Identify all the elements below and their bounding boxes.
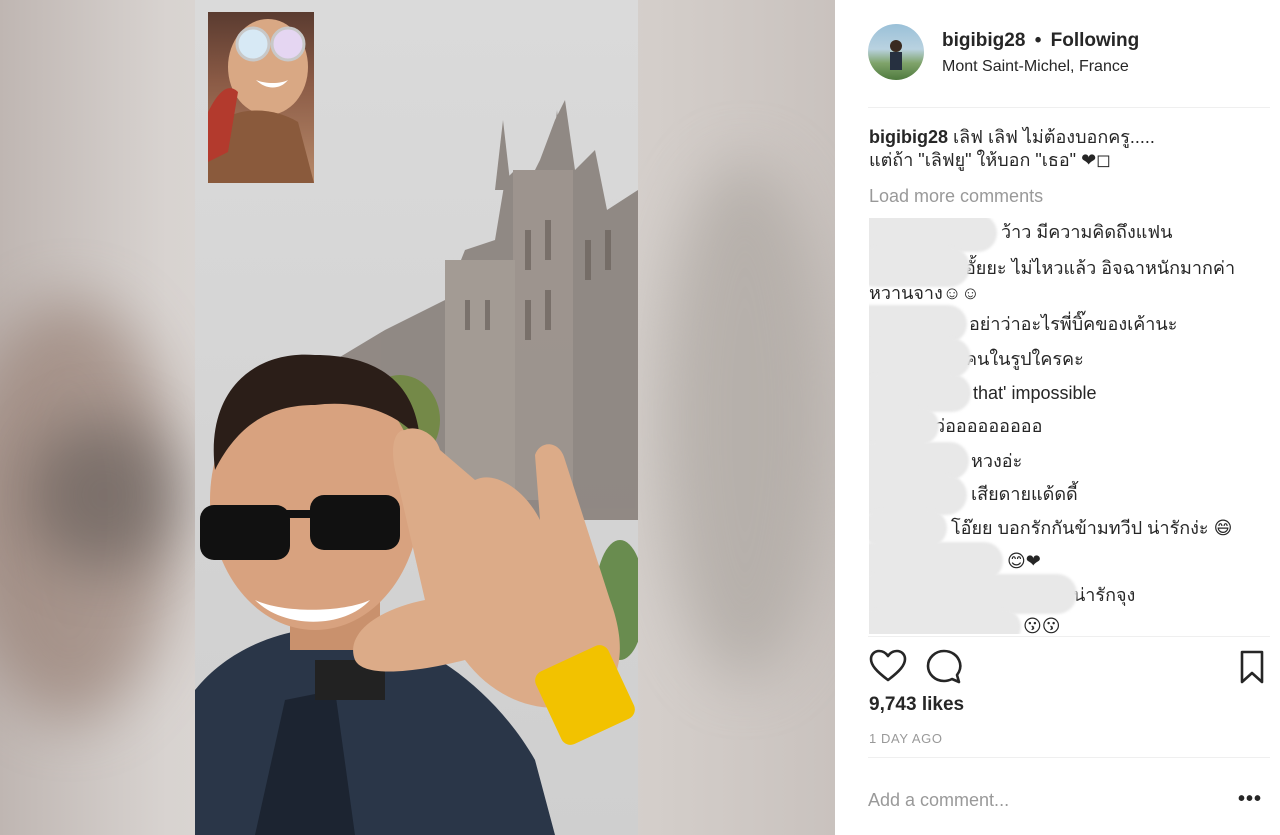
- comment-text: that' impossible: [973, 383, 1097, 403]
- following-button[interactable]: Following: [1051, 30, 1140, 51]
- blurred-background-shade: [30, 420, 180, 570]
- location-link[interactable]: Mont Saint-Michel, France: [942, 58, 1139, 76]
- avatar[interactable]: [868, 24, 924, 80]
- header-text: bigibig28 • Following Mont Saint-Michel,…: [942, 30, 1139, 76]
- comments-list: ว้าว มีความคิดถึงแฟน อั้ยยะ ไม่ไหวแล้ว อ…: [869, 218, 1269, 634]
- add-comment-section: •••: [868, 757, 1270, 835]
- comment-text: น่ารักจุง: [1073, 585, 1136, 605]
- avatar-person-icon: [890, 40, 902, 70]
- comment-text: เสียดายแด้ดดี้: [971, 484, 1078, 504]
- comment-bubble-icon[interactable]: [924, 647, 964, 687]
- comment-text: อย่าว่าอะไรพี่บิ๊คของเค้านะ: [969, 314, 1178, 334]
- redacted-username: [869, 609, 1021, 634]
- post-timestamp: 1 DAY AGO: [869, 731, 943, 746]
- username-line: bigibig28 • Following: [942, 30, 1139, 52]
- video-call-face: [208, 19, 314, 183]
- video-call-thumbnail: [208, 12, 314, 183]
- caption-text-line2: แต่ถ้า "เลิฟยู" ให้บอก "เธอ" ❤◻: [869, 150, 1112, 170]
- load-more-comments-button[interactable]: Load more comments: [869, 186, 1043, 207]
- heart-outline-icon[interactable]: [868, 647, 908, 687]
- comment-text: หวงอ่ะ: [971, 451, 1023, 471]
- redacted-username: [869, 247, 970, 287]
- comment-text: 😊❤: [1007, 551, 1041, 571]
- post-actions-bar: [868, 636, 1270, 696]
- username-link[interactable]: bigibig28: [942, 30, 1025, 51]
- post-caption: bigibig28 เลิฟ เลิฟ ไม่ต้องบอกครู..... แ…: [869, 126, 1259, 172]
- post-media-area: [0, 0, 835, 835]
- redacted-username: [869, 338, 971, 378]
- redacted-username: [869, 574, 1077, 614]
- comment-text: ว้าว มีความคิดถึงแฟน: [1001, 222, 1173, 242]
- bookmark-icon[interactable]: [1232, 647, 1272, 687]
- comment-text: ว่อออออออออ: [935, 416, 1043, 436]
- post-side-panel: bigibig28 • Following Mont Saint-Michel,…: [835, 0, 1280, 835]
- comment-text: อั้ยยะ ไม่ไหวแล้ว อิจฉาหนักมากค่า: [965, 258, 1236, 278]
- likes-count[interactable]: 9,743 likes: [869, 694, 964, 716]
- post-header: bigibig28 • Following Mont Saint-Michel,…: [868, 24, 1270, 108]
- comment-text: คนในรูปใครคะ: [965, 349, 1084, 369]
- comment-text: โอ๊ยย บอกรักกันข้ามทวีป น่ารักง่ะ 😄: [951, 518, 1233, 538]
- caption-text-line1: เลิฟ เลิฟ ไม่ต้องบอกครู.....: [948, 127, 1155, 147]
- caption-username[interactable]: bigibig28: [869, 127, 948, 147]
- separator-dot: •: [1034, 30, 1042, 51]
- blurred-background-right: [660, 160, 830, 680]
- add-comment-input[interactable]: [868, 780, 1208, 820]
- comment-text: หวานจาง☺☺: [869, 283, 980, 303]
- more-options-icon[interactable]: •••: [1238, 788, 1262, 811]
- redacted-username: [869, 407, 939, 445]
- comment-text: 😗😗: [1023, 616, 1061, 634]
